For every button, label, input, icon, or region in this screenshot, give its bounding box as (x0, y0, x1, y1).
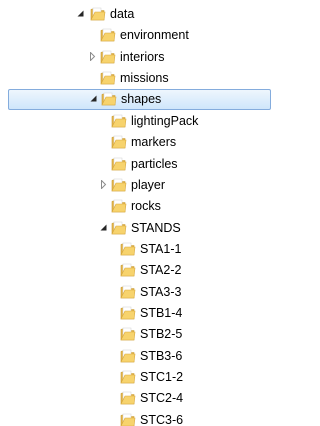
tree-item-stc3-6[interactable]: STC3-6 (0, 410, 276, 426)
tree-item-lightingpack[interactable]: lightingPack (0, 111, 276, 132)
tree-item-stb3-6[interactable]: STB3-6 (0, 346, 276, 367)
expanded-arrow-icon[interactable] (76, 9, 85, 18)
tree-item-stc2-4[interactable]: STC2-4 (0, 388, 276, 409)
tree-item-label: STC3-6 (140, 412, 184, 426)
tree-item-stc1-2[interactable]: STC1-2 (0, 367, 276, 388)
tree-item-stb2-5[interactable]: STB2-5 (0, 324, 276, 345)
folder-icon (101, 93, 117, 106)
folder-icon (100, 29, 116, 42)
tree-item-label: STANDS (131, 220, 181, 235)
tree-item-label: STA1-1 (140, 241, 182, 256)
expanded-arrow-icon[interactable] (89, 94, 98, 103)
tree-item-environment[interactable]: environment (0, 25, 276, 46)
folder-icon (111, 199, 127, 213)
expanded-arrow-icon[interactable] (99, 223, 108, 232)
folder-icon (90, 7, 106, 21)
tree-item-label: interiors (120, 49, 165, 64)
folder-icon (120, 370, 136, 384)
tree-item-stb1-4[interactable]: STB1-4 (0, 303, 276, 324)
tree-item-label: data (110, 7, 135, 21)
tree-item-player[interactable]: player (0, 175, 276, 196)
folder-icon (120, 263, 136, 277)
tree-item-sta1-1[interactable]: STA1-1 (0, 239, 276, 260)
tree-item-label: STA3-3 (140, 284, 182, 299)
tree-item-label: shapes (121, 92, 162, 107)
tree-item-label: STC2-4 (140, 391, 184, 406)
tree-item-markers[interactable]: markers (0, 132, 276, 153)
folder-icon (111, 135, 127, 149)
tree-item-label: STB2-5 (140, 327, 183, 342)
folder-icon (111, 178, 127, 192)
tree-item-label: missions (120, 71, 169, 86)
tree-item-label: player (131, 177, 166, 192)
tree-item-stands[interactable]: STANDS (0, 218, 276, 239)
collapsed-arrow-icon[interactable] (88, 51, 97, 61)
folder-icon (120, 349, 136, 362)
tree-item-rocks[interactable]: rocks (0, 196, 276, 217)
tree-item-sta2-2[interactable]: STA2-2 (0, 260, 276, 281)
folder-icon (111, 114, 127, 128)
folder-icon (100, 50, 116, 63)
tree-item-label: STB3-6 (140, 348, 183, 363)
folder-icon (120, 285, 136, 298)
folder-tree: data environment interiors missions shapes li… (0, 0, 276, 426)
folder-icon (111, 221, 127, 234)
folder-icon (120, 328, 136, 341)
folder-icon (111, 157, 127, 170)
tree-item-data[interactable]: data (0, 4, 276, 25)
collapsed-arrow-icon[interactable] (99, 179, 108, 189)
tree-item-sta3-3[interactable]: STA3-3 (0, 282, 276, 303)
folder-icon (120, 242, 136, 256)
tree-item-label: lightingPack (131, 113, 199, 128)
tree-item-missions[interactable]: missions (0, 68, 276, 89)
folder-icon (120, 413, 136, 426)
tree-item-label: particles (131, 156, 178, 171)
folder-icon (120, 392, 136, 405)
tree-item-shapes[interactable]: shapes (8, 89, 271, 111)
tree-item-label: environment (120, 28, 189, 43)
tree-item-interiors[interactable]: interiors (0, 47, 276, 68)
tree-item-label: STA2-2 (140, 263, 182, 278)
tree-item-label: STB1-4 (140, 305, 183, 320)
tree-item-label: STC1-2 (140, 370, 184, 384)
tree-item-particles[interactable]: particles (0, 154, 276, 175)
folder-icon (100, 71, 116, 85)
folder-icon (120, 306, 136, 320)
tree-item-label: rocks (131, 199, 161, 214)
tree-item-label: markers (131, 135, 177, 150)
